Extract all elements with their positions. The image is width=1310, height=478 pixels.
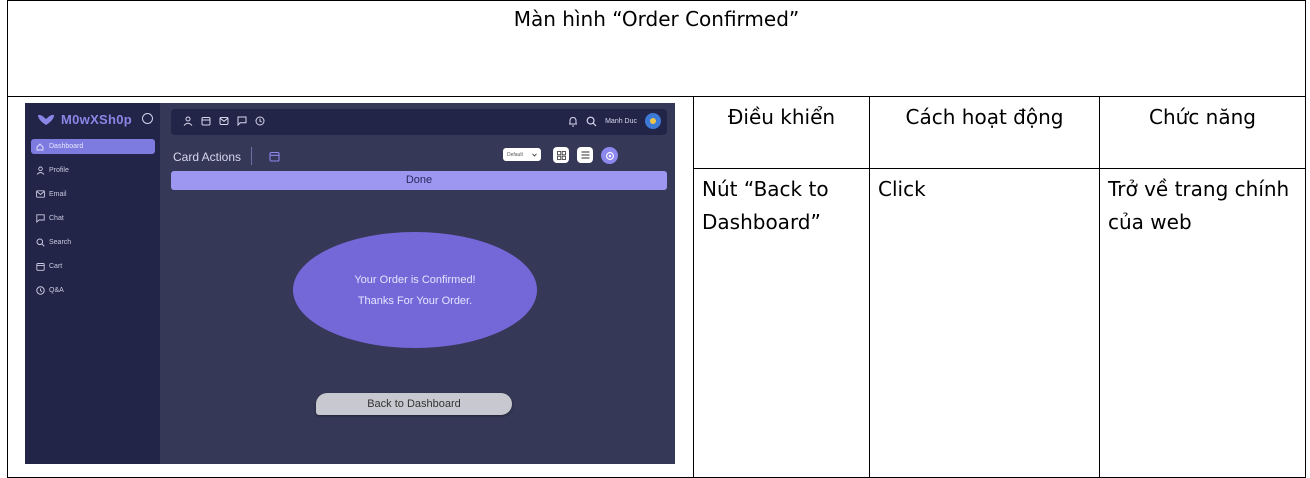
sidebar-item-label: Search [49,238,72,246]
brand: M0wXSh0p [37,112,132,127]
sidebar-nav: Dashboard Profile Email Chat Search Cart… [31,139,155,302]
document-table: Màn hình “Order Confirmed” M0wXSh0p Dash… [6,0,1307,478]
heart-logo-icon [38,114,54,125]
sidebar-item-label: Email [49,190,67,198]
list-icon [581,151,589,159]
cart-icon[interactable] [201,116,211,126]
bell-icon[interactable] [568,116,578,127]
top-bar-icons [183,116,265,126]
sidebar-item-email[interactable]: Email [31,182,155,206]
sidebar: M0wXSh0p Dashboard Profile Email Chat Se… [25,103,160,464]
sidebar-item-chat[interactable]: Chat [31,206,155,230]
row-action-cell: Click [869,168,1100,478]
search-icon [35,237,45,247]
sidebar-toggle-icon[interactable] [142,113,153,124]
sort-select-value: Default [507,151,523,158]
settings-button[interactable] [601,147,618,164]
home-icon [35,142,45,152]
mail-icon[interactable] [219,116,229,126]
sidebar-item-label: Chat [49,214,64,222]
user-icon[interactable] [183,116,193,126]
sidebar-item-search[interactable]: Search [31,230,155,254]
screenshot-cell: M0wXSh0p Dashboard Profile Email Chat Se… [7,96,694,478]
card-actions-label: Card Actions [173,150,242,164]
sidebar-item-profile[interactable]: Profile [31,158,155,182]
order-confirmed-message: Your Order is Confirmed! Thanks For Your… [293,232,537,348]
back-to-dashboard-button[interactable]: Back to Dashboard [316,393,512,415]
sidebar-item-cart[interactable]: Cart [31,254,155,278]
document-title: Màn hình “Order Confirmed” [6,0,1307,97]
grid-view-button[interactable] [553,147,569,163]
column-header-control: Điều khiển [693,96,870,169]
row-function-cell: Trở về trang chính của web [1098,168,1307,478]
avatar[interactable] [645,113,661,129]
user-icon [35,165,45,175]
top-bar: Manh Duc [171,109,667,135]
chat-icon [35,213,45,223]
brand-name: M0wXSh0p [61,112,133,127]
grid-icon [556,150,566,160]
search-icon[interactable] [586,116,597,127]
cart-icon[interactable] [269,149,280,167]
user-name: Manh Duc [605,117,637,125]
sidebar-item-label: Dashboard [49,143,84,150]
chat-icon[interactable] [237,116,247,126]
sidebar-item-label: Cart [49,262,63,270]
list-view-button[interactable] [577,147,593,163]
help-icon[interactable] [255,116,265,126]
column-header-action: Cách hoạt động [869,96,1100,169]
top-bar-right: Manh Duc [568,113,661,129]
done-bar: Done [171,171,667,190]
confirm-line-1: Your Order is Confirmed! [354,273,476,286]
confirm-line-2: Thanks For Your Order. [357,294,473,307]
column-header-function: Chức năng [1098,96,1307,169]
sidebar-item-label: Q&A [49,286,64,294]
app-screenshot: M0wXSh0p Dashboard Profile Email Chat Se… [25,103,675,464]
sidebar-item-label: Profile [49,166,69,174]
cart-icon [35,261,45,271]
gear-icon [605,151,614,160]
sidebar-item-qa[interactable]: Q&A [31,278,155,302]
chevron-down-icon [532,153,537,157]
sidebar-item-dashboard[interactable]: Dashboard [31,139,155,154]
row-control-cell: Nút “Back to Dashboard” [693,168,870,478]
mail-icon [35,189,45,199]
sort-select[interactable]: Default [503,148,541,161]
divider [251,147,252,165]
help-icon [35,285,45,295]
